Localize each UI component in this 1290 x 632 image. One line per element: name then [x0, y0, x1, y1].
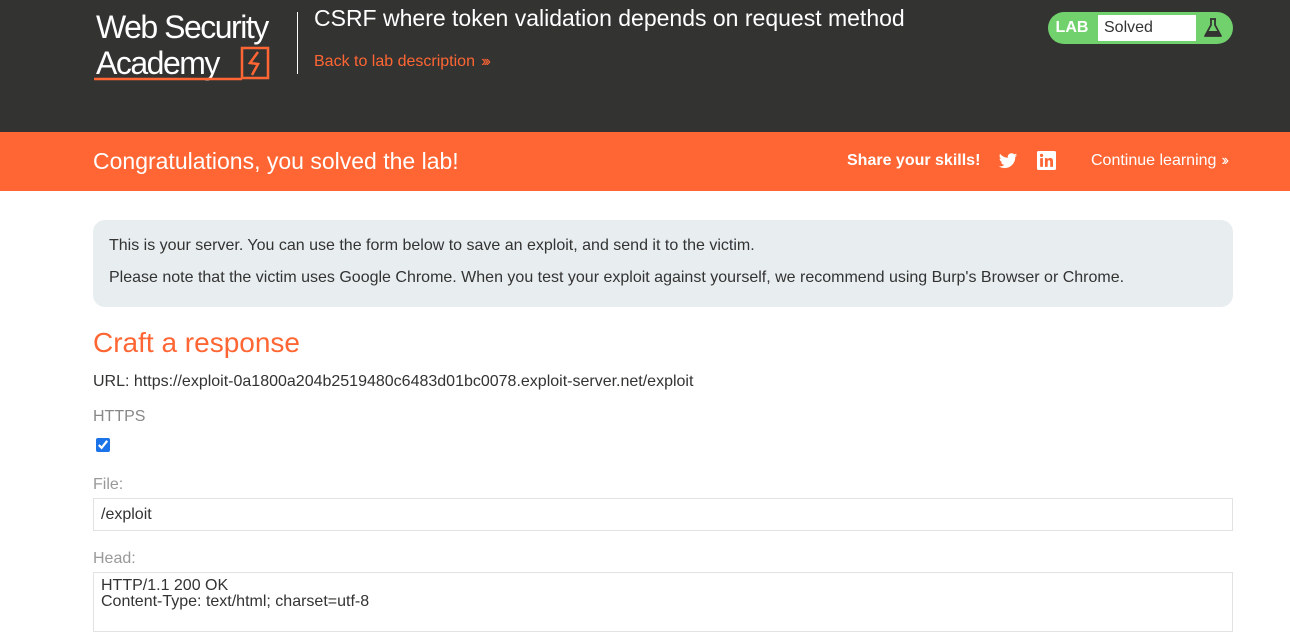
craft-response-title: Craft a response — [93, 327, 300, 358]
continue-learning-link[interactable]: Continue learning ›› — [1091, 152, 1229, 170]
notice-line-2: Please note that the victim uses Google … — [109, 269, 1125, 286]
logo-line2: Academy — [96, 45, 220, 81]
flask-icon — [1197, 15, 1229, 41]
chevron-right-icon: ››› — [480, 53, 491, 70]
file-input[interactable] — [93, 498, 1233, 531]
top-header: Web Security Academy CSRF where token va… — [0, 0, 1290, 132]
academy-logo-icon: Web Security Academy — [94, 9, 271, 81]
lab-status-text: Solved — [1098, 15, 1196, 41]
congrats-message: Congratulations, you solved the lab! — [93, 148, 459, 174]
notice-line-1: This is your server. You can use the for… — [109, 237, 755, 254]
back-to-lab-link[interactable]: Back to lab description ››› — [314, 53, 491, 71]
lab-status-tag: LAB — [1055, 19, 1089, 36]
continue-learning-label: Continue learning — [1091, 152, 1217, 169]
lab-title: CSRF where token validation depends on r… — [314, 5, 905, 31]
lab-status-widget: LAB Solved — [1048, 12, 1233, 44]
chevron-right-icon: ›› — [1221, 152, 1228, 169]
back-link-label: Back to lab description — [314, 53, 475, 70]
head-textarea[interactable]: HTTP/1.1 200 OK Content-Type: text/html;… — [93, 572, 1233, 632]
https-checkbox[interactable] — [96, 438, 110, 452]
exploit-url: URL: https://exploit-0a1800a204b2519480c… — [93, 373, 694, 390]
head-label: Head: — [93, 550, 136, 567]
academy-logo[interactable]: Web Security Academy — [94, 8, 299, 84]
logo-line1: Web Security — [96, 9, 269, 45]
linkedin-icon[interactable] — [1037, 151, 1056, 170]
file-label: File: — [93, 476, 124, 493]
share-skills-label: Share your skills! — [847, 152, 981, 169]
twitter-icon[interactable] — [998, 151, 1018, 171]
server-notice: This is your server. You can use the for… — [93, 220, 1233, 307]
logo-divider — [297, 12, 298, 74]
https-label: HTTPS — [93, 408, 146, 425]
solved-banner: Congratulations, you solved the lab! Sha… — [0, 132, 1290, 191]
